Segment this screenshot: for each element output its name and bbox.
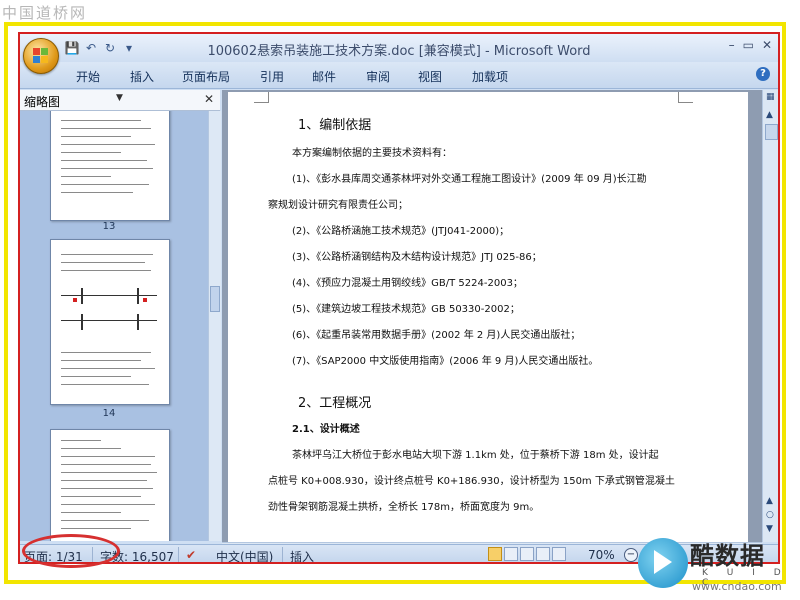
word-window: 💾 ↶ ↻ ▾ 100602悬索吊装施工技术方案.doc [兼容模式] - Mi… bbox=[18, 32, 780, 564]
tab-mailings[interactable]: 邮件 bbox=[312, 68, 336, 85]
office-logo-icon bbox=[33, 48, 49, 64]
thumbnail-list: 13 14 bbox=[20, 111, 208, 541]
close-button[interactable]: ✕ bbox=[762, 38, 772, 52]
paragraph-line: 点桩号 K0+008.930，设计终点桩号 K0+186.930，设计桥型为 1… bbox=[268, 476, 675, 487]
brand-name: 酷数据 bbox=[690, 542, 765, 570]
tab-view[interactable]: 视图 bbox=[418, 68, 442, 85]
list-item: (7)、《SAP2000 中文版使用指南》(2006 年 9 月)人民交通出版社… bbox=[292, 356, 599, 367]
window-title: 100602悬索吊装施工技术方案.doc [兼容模式] - Microsoft … bbox=[207, 44, 591, 59]
previous-page-icon[interactable]: ▲ bbox=[766, 496, 773, 506]
web-layout-view-button[interactable] bbox=[520, 547, 534, 561]
outline-view-button[interactable] bbox=[536, 547, 550, 561]
close-icon[interactable]: ✕ bbox=[204, 92, 214, 106]
thumbnail-page-number: 14 bbox=[102, 408, 116, 419]
full-screen-reading-view-button[interactable] bbox=[504, 547, 518, 561]
proofing-icon[interactable]: ✔ bbox=[186, 548, 196, 562]
paragraph-line: 茶林坪乌江大桥位于彭水电站大坝下游 1.1km 处，位于蔡桥下游 18m 处，设… bbox=[292, 450, 659, 461]
heading-basis: 1、编制依据 bbox=[298, 118, 372, 133]
paragraph-line: 劲性骨架钢筋混凝土拱桥，全桥长 178m，桥面宽度为 9m。 bbox=[268, 502, 540, 513]
list-item: 察规划设计研究有限责任公司； bbox=[268, 200, 408, 211]
window-controls: – ▭ ✕ bbox=[729, 38, 772, 52]
restore-button[interactable]: ▭ bbox=[743, 38, 754, 52]
insert-mode[interactable]: 插入 bbox=[290, 548, 314, 562]
list-item: (3)、《公路桥涵钢结构及木结构设计规范》JTJ 025-86； bbox=[292, 252, 542, 263]
heading-overview: 2、工程概况 bbox=[298, 396, 372, 411]
ruler-icon[interactable]: ▦ bbox=[766, 92, 775, 102]
document-page[interactable]: 1、编制依据 本方案编制依据的主要技术资料有： (1)、《彭水县库周交通茶林坪对… bbox=[228, 92, 748, 542]
page-thumbnail[interactable] bbox=[50, 239, 170, 405]
tab-page-layout[interactable]: 页面布局 bbox=[182, 68, 230, 85]
language-indicator[interactable]: 中文(中国) bbox=[216, 548, 273, 562]
title-bar: 💾 ↶ ↻ ▾ 100602悬索吊装施工技术方案.doc [兼容模式] - Mi… bbox=[20, 34, 778, 62]
office-button[interactable] bbox=[23, 38, 59, 74]
page-thumbnail[interactable] bbox=[50, 111, 170, 221]
list-item: (6)、《起重吊装常用数据手册》(2002 年 2 月)人民交通出版社； bbox=[292, 330, 581, 341]
thumbnail-scrollbar[interactable] bbox=[208, 111, 221, 541]
minimize-button[interactable]: – bbox=[729, 38, 735, 52]
document-area: 1、编制依据 本方案编制依据的主要技术资料有： (1)、《彭水县库周交通茶林坪对… bbox=[222, 90, 762, 562]
print-layout-view-button[interactable] bbox=[488, 547, 502, 561]
tab-review[interactable]: 审阅 bbox=[366, 68, 390, 85]
list-item: (4)、《预应力混凝土用钢绞线》GB/T 5224-2003； bbox=[292, 278, 523, 289]
draft-view-button[interactable] bbox=[552, 547, 566, 561]
tab-addins[interactable]: 加载项 bbox=[472, 68, 508, 85]
zoom-level[interactable]: 70% bbox=[588, 548, 615, 562]
play-icon bbox=[654, 550, 672, 574]
chevron-down-icon[interactable]: ▼ bbox=[116, 93, 123, 103]
ribbon-tabs: 开始 插入 页面布局 引用 邮件 审阅 视图 加载项 ? bbox=[20, 62, 778, 89]
list-item: (5)、《建筑边坡工程技术规范》GB 50330-2002； bbox=[292, 304, 520, 315]
subheading-design: 2.1、设计概述 bbox=[292, 424, 360, 435]
brand-url: www.cndao.com bbox=[692, 580, 782, 593]
tab-home[interactable]: 开始 bbox=[76, 68, 100, 85]
view-buttons bbox=[488, 547, 566, 561]
thumbnail-page-number: 13 bbox=[102, 221, 116, 232]
vertical-scrollbar[interactable]: ▦ ▲ ▲ ○ ▼ bbox=[762, 90, 778, 542]
tab-references[interactable]: 引用 bbox=[260, 68, 284, 85]
page-thumbnail[interactable] bbox=[50, 429, 170, 541]
tab-insert[interactable]: 插入 bbox=[130, 68, 154, 85]
browse-object-icon[interactable]: ○ bbox=[766, 510, 774, 520]
highlight-ellipse bbox=[22, 534, 120, 568]
list-item: (2)、《公路桥涵施工技术规范》(JTJ041-2000)； bbox=[292, 226, 510, 237]
site-watermark: 中国道桥网 bbox=[2, 4, 88, 22]
thumbnail-pane-label: 缩略图 bbox=[24, 95, 61, 109]
help-icon[interactable]: ? bbox=[756, 67, 770, 81]
chevron-up-icon[interactable]: ▲ bbox=[766, 110, 773, 120]
thumbnail-pane-header: 缩略图 ▼ ✕ bbox=[20, 90, 220, 111]
brand-watermark: 酷数据 K U I D C www.cndao.com bbox=[632, 530, 792, 596]
vertical-scroll-thumb[interactable] bbox=[765, 124, 778, 140]
thumbnail-scroll-thumb[interactable] bbox=[210, 286, 220, 312]
list-item: (1)、《彭水县库周交通茶林坪对外交通工程施工图设计》(2009 年 09 月)… bbox=[292, 174, 647, 185]
paragraph-line: 本方案编制依据的主要技术资料有： bbox=[292, 148, 452, 159]
